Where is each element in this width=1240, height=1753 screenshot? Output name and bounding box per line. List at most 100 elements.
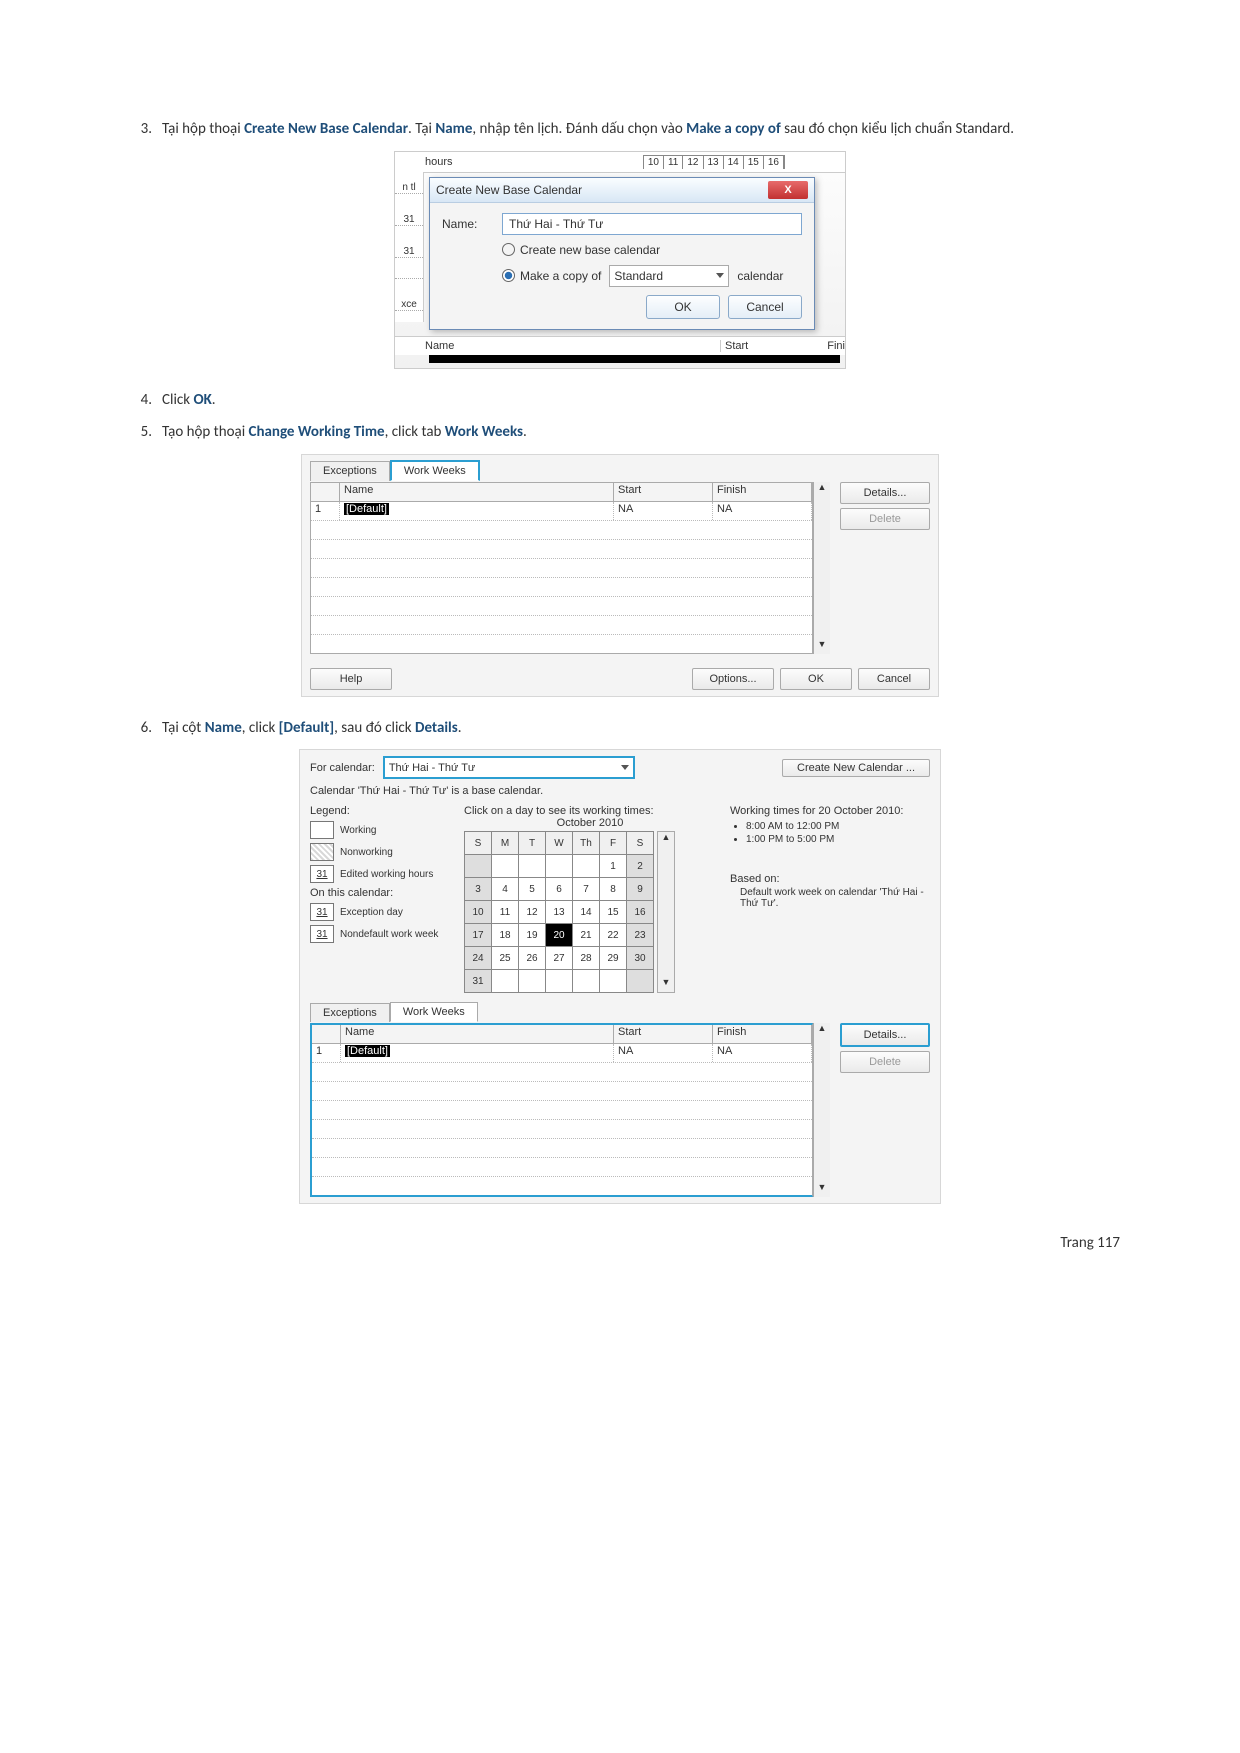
legend-panel: Legend: Working Nonworking 31Edited work…	[310, 805, 460, 993]
gutter: 31	[395, 214, 423, 226]
cal-day-cell[interactable]	[519, 855, 546, 878]
close-button[interactable]: X	[768, 181, 808, 199]
cal-day-cell[interactable]: 23	[627, 924, 654, 947]
table-row[interactable]: 1 [Default] NA NA	[311, 502, 812, 521]
cal-day-cell[interactable]: 6	[546, 878, 573, 901]
cal-day-cell[interactable]: 4	[492, 878, 519, 901]
radio-create-new[interactable]	[502, 243, 515, 256]
create-new-calendar-button[interactable]: Create New Calendar ...	[782, 759, 930, 777]
details-button[interactable]: Details...	[840, 482, 930, 504]
step-6: 6. Tại cột Name, click [Default], sau đó…	[120, 717, 1120, 740]
ok-button[interactable]: OK	[646, 295, 720, 319]
cal-day-cell[interactable]: 15	[600, 901, 627, 924]
delete-button[interactable]: Delete	[840, 508, 930, 530]
legend-edited: Edited working hours	[340, 869, 433, 880]
cal-day-cell[interactable]: 9	[627, 878, 654, 901]
bg-left-gutter: n tl 31 31 xce	[395, 172, 424, 322]
cal-day-cell[interactable]	[573, 855, 600, 878]
cal-day-cell[interactable]	[465, 855, 492, 878]
cal-day-cell[interactable]	[600, 970, 627, 993]
calendar-scrollbar[interactable]: ▲ ▼	[657, 831, 675, 993]
ok-button[interactable]: OK	[780, 668, 852, 690]
cal-day-cell[interactable]: 25	[492, 947, 519, 970]
timeline-numbers: 10 11 12 13 14 15 16	[643, 155, 785, 169]
cal-day-cell[interactable]: 24	[465, 947, 492, 970]
btn-label: Details...	[864, 487, 907, 499]
scroll-down-icon[interactable]: ▼	[814, 1182, 830, 1197]
cal-day-cell[interactable]	[519, 970, 546, 993]
cal-day-cell[interactable]	[573, 970, 600, 993]
cal-day-cell[interactable]: 17	[465, 924, 492, 947]
scroll-up-icon[interactable]: ▲	[814, 482, 830, 497]
working-time-morning: 8:00 AM to 12:00 PM	[746, 821, 930, 832]
cal-day-cell[interactable]: 27	[546, 947, 573, 970]
scrollbar[interactable]: ▲ ▼	[813, 482, 830, 654]
cal-day-cell[interactable]	[627, 970, 654, 993]
cal-day-cell[interactable]: 14	[573, 901, 600, 924]
cal-day-cell[interactable]: 30	[627, 947, 654, 970]
dialog-titlebar[interactable]: Create New Base Calendar X	[430, 178, 814, 203]
work-weeks-table[interactable]: Name Start Finish 1 [Default] NA NA	[310, 482, 813, 654]
tab-work-weeks[interactable]: Work Weeks	[390, 460, 480, 481]
ref-details: Details	[415, 719, 458, 737]
for-calendar-select[interactable]: Thứ Hai - Thứ Tư	[383, 756, 635, 779]
cal-day-cell[interactable]: 12	[519, 901, 546, 924]
cal-day-cell[interactable]: 22	[600, 924, 627, 947]
scroll-up-icon[interactable]: ▲	[814, 1023, 830, 1038]
table-row[interactable]: 1 [Default] NA NA	[312, 1044, 812, 1063]
cal-day-cell[interactable]: 1	[600, 855, 627, 878]
cal-day-cell[interactable]	[546, 970, 573, 993]
legend-nondefault: Nondefault work week	[340, 929, 438, 940]
cal-day-cell[interactable]	[492, 855, 519, 878]
legend-label: Legend:	[310, 805, 460, 817]
tab-work-weeks[interactable]: Work Weeks	[390, 1002, 478, 1022]
base-calendar-text: Calendar 'Thứ Hai - Thứ Tư' is a base ca…	[310, 785, 930, 797]
cal-day-cell[interactable]: 5	[519, 878, 546, 901]
cal-day-header: Th	[573, 832, 600, 855]
help-button[interactable]: Help	[310, 668, 392, 690]
cal-day-cell[interactable]	[546, 855, 573, 878]
cal-day-cell[interactable]	[492, 970, 519, 993]
cal-day-cell[interactable]: 10	[465, 901, 492, 924]
calendar-grid[interactable]: SMTWThFS12345678910111213141516171819202…	[464, 831, 654, 993]
cal-day-cell[interactable]: 19	[519, 924, 546, 947]
name-input[interactable]: Thứ Hai - Thứ Tư	[502, 213, 802, 235]
options-button[interactable]: Options...	[692, 668, 774, 690]
cal-day-cell[interactable]: 21	[573, 924, 600, 947]
ref-default: [Default]	[279, 719, 334, 737]
legend-edited-box: 31	[310, 865, 334, 883]
scroll-up-icon[interactable]: ▲	[658, 832, 674, 847]
cal-day-cell[interactable]: 28	[573, 947, 600, 970]
cal-day-cell[interactable]: 26	[519, 947, 546, 970]
details-button[interactable]: Details...	[840, 1023, 930, 1047]
step-text: Click OK.	[162, 389, 1120, 412]
delete-button[interactable]: Delete	[840, 1051, 930, 1073]
cal-day-cell[interactable]: 18	[492, 924, 519, 947]
cal-day-cell[interactable]: 13	[546, 901, 573, 924]
cancel-button[interactable]: Cancel	[858, 668, 930, 690]
bg-column-headers: Name Start Fini	[395, 336, 845, 355]
scroll-down-icon[interactable]: ▼	[814, 639, 830, 654]
cal-day-cell[interactable]: 31	[465, 970, 492, 993]
txt: Click	[162, 391, 193, 409]
cal-day-cell[interactable]: 29	[600, 947, 627, 970]
scrollbar[interactable]: ▲ ▼	[813, 1023, 830, 1197]
cal-day-cell[interactable]: 2	[627, 855, 654, 878]
txt: , nhập tên lịch. Đánh dấu chọn vào	[472, 120, 686, 138]
cal-day-cell[interactable]: 11	[492, 901, 519, 924]
cal-day-cell[interactable]: 3	[465, 878, 492, 901]
copy-select[interactable]: Standard	[609, 265, 729, 287]
scroll-down-icon[interactable]: ▼	[658, 977, 674, 992]
work-weeks-table[interactable]: Name Start Finish 1 [Default] NA NA	[310, 1023, 813, 1197]
cancel-button[interactable]: Cancel	[728, 295, 802, 319]
cal-day-cell[interactable]: 7	[573, 878, 600, 901]
cal-day-cell[interactable]: 8	[600, 878, 627, 901]
col-fini: Fini	[827, 340, 845, 352]
cal-day-cell[interactable]: 20	[546, 924, 573, 947]
cal-day-cell[interactable]: 16	[627, 901, 654, 924]
calendar-word: calendar	[737, 269, 783, 283]
txt: .	[523, 423, 527, 441]
tab-exceptions[interactable]: Exceptions	[310, 1003, 390, 1022]
tab-exceptions[interactable]: Exceptions	[310, 461, 390, 481]
radio-make-copy[interactable]	[502, 269, 515, 282]
